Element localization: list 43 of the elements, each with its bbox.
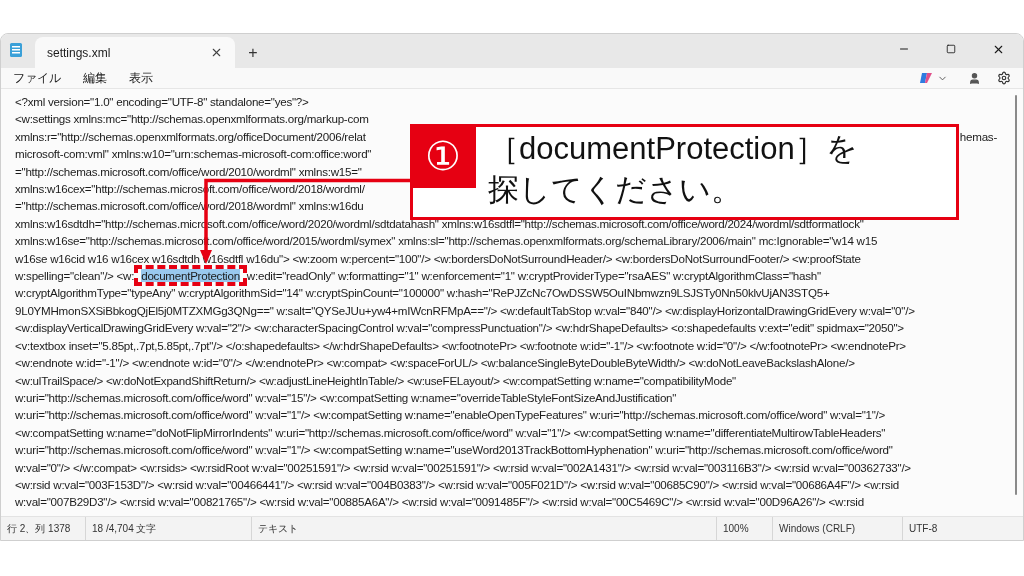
code-text: <w:endnote w:id="-1"/> <w:endnote w:id="0"/> </w:endnotePr> <w:compat> <w:spaceForUL/> <w:balanceSingleByteDoubleByteWidth/> <w:doNotLeaveBackslashAlone/> xyxy=(15,355,855,372)
close-icon[interactable] xyxy=(210,46,223,59)
code-text: <w:rsid w:val="003F153D"/> <w:rsid w:val="00466441"/> <w:rsid w:val="004B0383"/> <w:rsid w:val="005F021D"/> <w:rsid w:val="00685C90"/> <w:rsid w:val="00686A4F"/> <w:rsid xyxy=(15,476,899,493)
code-text: ="http://schemas.microsoft.com/office/word/2010/wordml" xmlns:w15=" xyxy=(15,163,362,180)
settings-icon[interactable] xyxy=(997,71,1011,85)
maximize-icon[interactable] xyxy=(946,44,956,54)
code-text: w:uri="http://schemas.microsoft.com/office/word" w:val="1"/> <w:compatSetting w:name="useWord2013TrackBottomHyphenation" w:uri="http://schemas.microsoft.com/office/word" xyxy=(15,442,893,459)
selected-text: documentProtection xyxy=(141,269,240,283)
code-text: w:cryptAlgorithmType="typeAny" w:cryptAlgorithmSid="14" w:cryptSpinCount="100000" w:hash="RePJZcNc7OwDSSW5OuINbmwzn9LSJSTy0Nn50klvUjAN3STQ5+ xyxy=(15,285,830,302)
code-text: <w:settings xmlns:mc="http://schemas.openxmlformats.org/markup-com xyxy=(15,111,369,128)
code-text: xmlns:r="http://schemas.openxmlformats.org/officeDocument/2006/relat xyxy=(15,128,366,145)
code-text: 9L0YMHmonSXSiBbkogQjEl5j0MTZXMGg3QNg==" w:salt="QYSeJUu+yw4+mIWcnRFMpA=="/> <w:defaultTabStop w:val="840"/> <w:displayHorizontalDrawingGridEvery w:val="0"/> xyxy=(15,302,915,319)
scrollbar[interactable] xyxy=(1015,95,1017,495)
code-text: w:val="007B29D3"/> <w:rsid w:val="00821765"/> <w:rsid w:val="00885A6A"/> <w:rsid w:val="0091485F"/> <w:rsid w:val="00C5469C"/> <w:rsid w:val="00D96A26"/> <w:rsid xyxy=(15,494,864,511)
code-text: <w:displayVerticalDrawingGridEvery w:val="2"/> <w:characterSpacingControl w:val="compressPunctuation"/> <w:hdrShapeDefaults> <o:shapedefaults v:ext="edit" spidmax="2050"> xyxy=(15,320,904,337)
status-text: Windows (CRLF) xyxy=(779,522,856,536)
code-text: w:spelling="clean"/> <w: xyxy=(15,268,135,285)
status-text: 18 /4,704 文字 xyxy=(92,522,157,536)
code-text: <w:ulTrailSpace/> <w:doNotExpandShiftReturn/> <w:adjustLineHeightInTable/> <w:useFELayout/> <w:compatSetting w:name="compatibilityMode" xyxy=(15,372,736,389)
code-text: <?xml version="1.0" encoding="UTF-8" standalone="yes"?> xyxy=(15,94,309,110)
instruction-text: 探してください。 xyxy=(488,171,743,209)
status-text: UTF-8 xyxy=(909,522,938,536)
code-text: w:uri="http://schemas.microsoft.com/office/word" w:val="1"/> <w:compatSetting w:name="enableOpenTypeFeatures" w:uri="http://schemas.microsoft.com/office/word" w:val="1"/> xyxy=(15,407,886,424)
code-text: hemas- xyxy=(959,128,997,145)
code-text: w:uri="http://schemas.microsoft.com/office/word" w:val="15"/> <w:compatSetting w:name="overrideTableStyleFontSizeAndJustification" xyxy=(15,389,677,406)
file-tab[interactable]: settings.xml xyxy=(35,37,235,68)
menu-item[interactable]: 編集 xyxy=(83,69,107,87)
code-text: <w:compatSetting w:name="doNotFlipMirrorIndents" w:uri="http://schemas.microsoft.com/office/word" w:val="1"/> <w:compatSetting w:name="differentiateMultirowTableHeaders" xyxy=(15,424,886,441)
status-text: 行 2、列 1378 xyxy=(7,522,71,536)
code-text: w:val="0"/> </w:compat> <w:rsids> <w:rsidRoot w:val="00251591"/> <w:rsid w:val="00251591"/> <w:rsid w:val="002A1431"/> <w:rsid w:val="003116B3"/> <w:rsid w:val="00362733"/> xyxy=(15,459,911,476)
status-text: 100% xyxy=(723,522,749,536)
status-text: テキスト xyxy=(258,522,298,536)
step-number-badge: ① xyxy=(410,124,476,188)
instruction-text: ［documentProtection］を xyxy=(488,130,858,168)
copilot-icon[interactable] xyxy=(919,71,933,85)
menu-item[interactable]: ファイル xyxy=(13,69,61,87)
code-text: microsoft-com:vml" xmlns:w10="urn:schemas-microsoft-com:office:word" xyxy=(15,146,372,163)
code-text: <v:textbox inset="5.85pt,.7pt,5.85pt,.7pt"/> </o:shapedefaults> </w:hdrShapeDefaults> <w:footnotePr> <w:footnote w:id="-1"/> <w:footnote w:id="0"/> </w:footnotePr> <w:endnotePr> xyxy=(15,337,906,354)
code-text: w:edit="readOnly" w:formatting="1" w:enforcement="1" w:cryptProviderType="rsaAES" w:cryptAlgorithmClass="hash" xyxy=(246,268,821,285)
new-tab-button[interactable]: + xyxy=(235,37,271,68)
notepad-icon xyxy=(9,42,23,58)
menu-item[interactable]: 表示 xyxy=(129,69,153,87)
account-icon[interactable] xyxy=(968,71,981,85)
